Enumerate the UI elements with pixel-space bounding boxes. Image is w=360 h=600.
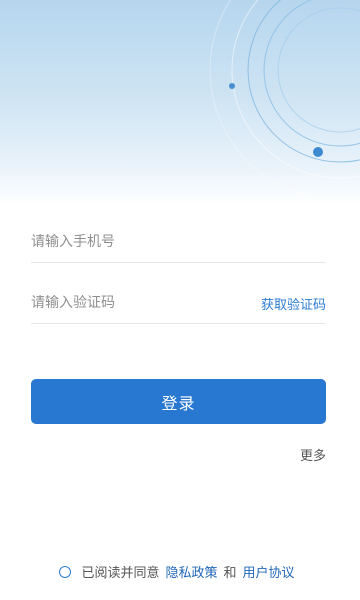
- agreement-conjunction: 和: [223, 566, 237, 581]
- agreement-text: 已阅读并同意: [81, 566, 160, 581]
- agreement-row: 已阅读并同意 隐私政策 和 用户协议: [0, 562, 360, 581]
- verification-code-field: 获取验证码: [31, 283, 326, 324]
- orbit-decoration: [209, 0, 360, 201]
- verification-code-input[interactable]: [31, 295, 261, 311]
- privacy-policy-link[interactable]: 隐私政策: [165, 562, 217, 581]
- user-agreement-link[interactable]: 用户协议: [243, 562, 295, 581]
- more-link[interactable]: 更多: [300, 445, 326, 464]
- get-code-button[interactable]: 获取验证码: [261, 294, 326, 313]
- login-screen: 获取验证码 登录 更多 已阅读并同意 隐私政策 和 用户协议: [0, 0, 360, 600]
- header-banner: [0, 0, 360, 205]
- phone-input[interactable]: [31, 234, 326, 250]
- login-button[interactable]: 登录: [31, 379, 326, 424]
- phone-field: [31, 222, 326, 263]
- agreement-radio-icon[interactable]: [59, 565, 72, 578]
